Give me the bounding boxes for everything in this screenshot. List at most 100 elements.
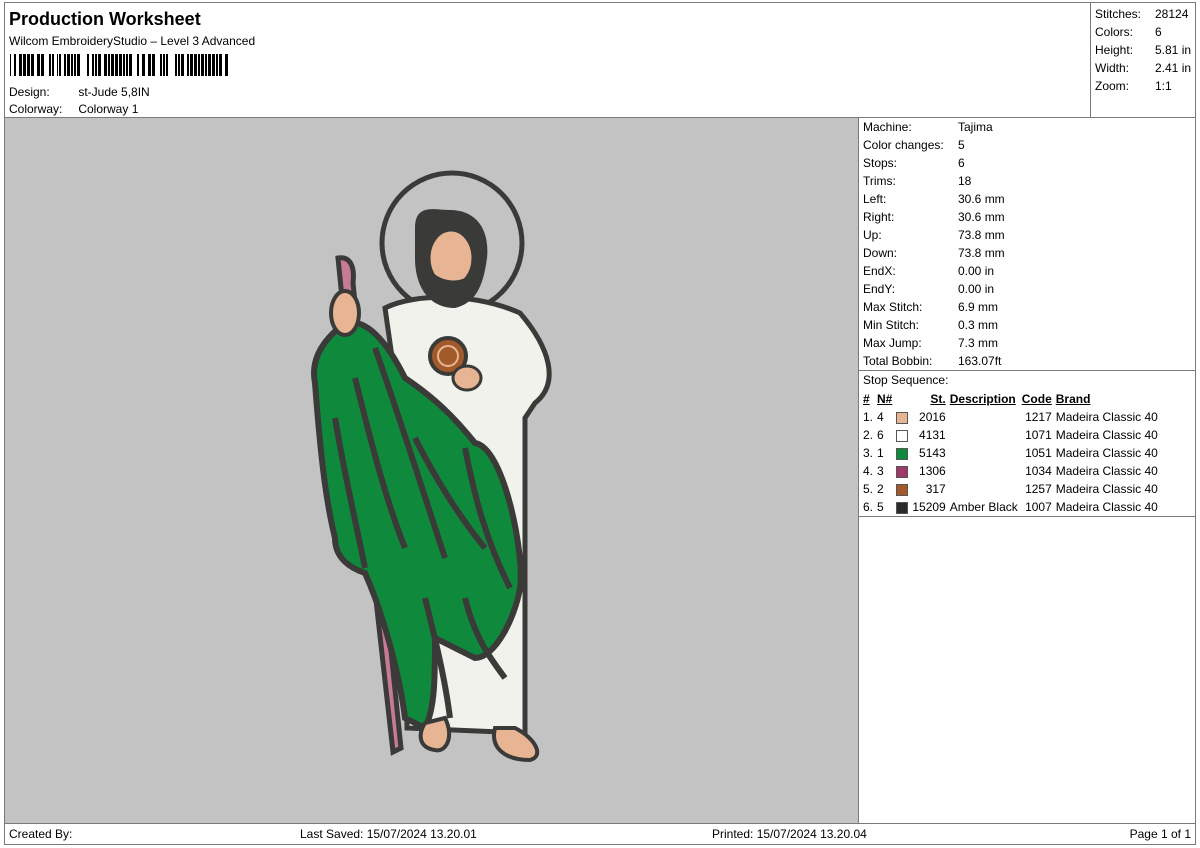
design-row: Design: st-Jude 5,8IN <box>9 85 150 99</box>
machine-label: Color changes: <box>863 138 944 152</box>
design-label: Design: <box>9 85 50 99</box>
row-brand: Madeira Classic 40 <box>1055 482 1158 496</box>
row-needle: 2 <box>877 482 884 496</box>
machine-label: Stops: <box>863 156 898 170</box>
summary-row: Height: 5.81 in <box>1095 43 1195 57</box>
machine-row: Max Stitch: 6.9 mm <box>863 298 998 316</box>
barcode-icon <box>10 54 228 76</box>
summary-value: 28124 <box>1155 7 1189 21</box>
row-stitches: 317 <box>925 482 946 496</box>
row-index: 3. <box>863 446 874 460</box>
summary-label: Zoom: <box>1095 79 1130 93</box>
machine-row: Stops: 6 <box>863 154 965 172</box>
right-foot <box>492 726 540 763</box>
table-row: 1. 4 2016 1217 Madeira Classic 40 <box>861 408 1160 426</box>
row-brand: Madeira Classic 40 <box>1055 464 1158 478</box>
worksheet-title: Production Worksheet <box>9 9 201 29</box>
table-row: 6. 5 15209 Amber Black 1007 Madeira Clas… <box>861 498 1160 516</box>
table-header-row: # N# St. Description Code Brand <box>861 390 1160 408</box>
summary-row: Stitches: 28124 <box>1095 7 1195 21</box>
row-code: 1034 <box>1025 464 1052 478</box>
machine-info-panel: Machine: Tajima Color changes: 5 Stops: 6 T… <box>858 117 1196 824</box>
stop-sequence-title: Stop Sequence: <box>863 373 949 387</box>
embroidery-design-image <box>311 170 552 763</box>
section-divider <box>859 370 1195 371</box>
last-saved: Last Saved: 15/07/2024 13.20.01 <box>300 827 477 841</box>
row-code: 1007 <box>1025 500 1052 514</box>
machine-label: Machine: <box>863 120 912 134</box>
row-stitches: 1306 <box>919 464 946 478</box>
printed-date: Printed: 15/07/2024 13.20.04 <box>712 827 867 841</box>
summary-label: Width: <box>1095 61 1130 75</box>
summary-value: 5.81 in <box>1155 43 1192 57</box>
row-index: 2. <box>863 428 874 442</box>
color-swatch <box>896 465 909 478</box>
row-description <box>948 480 1020 498</box>
machine-row: Up: 73.8 mm <box>863 226 1005 244</box>
machine-row: Max Jump: 7.3 mm <box>863 334 998 352</box>
row-stitches: 15209 <box>912 500 946 514</box>
machine-row: Machine: Tajima <box>863 118 993 136</box>
summary-label: Colors: <box>1095 25 1134 39</box>
color-swatch <box>896 447 909 460</box>
machine-value: 30.6 mm <box>958 210 1005 224</box>
machine-value: 0.3 mm <box>958 318 999 332</box>
machine-row: Color changes: 5 <box>863 136 965 154</box>
machine-value: 73.8 mm <box>958 246 1005 260</box>
row-code: 1051 <box>1025 446 1052 460</box>
machine-row: Right: 30.6 mm <box>863 208 1005 226</box>
summary-value: 1:1 <box>1155 79 1172 93</box>
color-swatch <box>896 411 909 424</box>
machine-label: Max Stitch: <box>863 300 923 314</box>
summary-row: Width: 2.41 in <box>1095 61 1195 75</box>
summary-value: 6 <box>1155 25 1162 39</box>
colorway-value: Colorway 1 <box>78 102 139 116</box>
machine-label: Trims: <box>863 174 896 188</box>
machine-label: EndX: <box>863 264 896 278</box>
col-description: Description <box>949 392 1016 406</box>
table-row: 4. 3 1306 1034 Madeira Classic 40 <box>861 462 1160 480</box>
row-needle: 1 <box>877 446 884 460</box>
summary-value: 2.41 in <box>1155 61 1192 75</box>
row-index: 5. <box>863 482 874 496</box>
machine-row: EndX: 0.00 in <box>863 262 994 280</box>
machine-value: 0.00 in <box>958 282 995 296</box>
left-foot <box>418 715 452 753</box>
design-canvas[interactable] <box>4 117 859 824</box>
machine-value: 6 <box>958 156 965 170</box>
machine-value: 18 <box>958 174 972 188</box>
color-swatch <box>896 429 909 442</box>
row-needle: 5 <box>877 500 884 514</box>
row-description <box>948 444 1020 462</box>
row-index: 4. <box>863 464 874 478</box>
machine-value: 0.00 in <box>958 264 995 278</box>
row-index: 1. <box>863 410 874 424</box>
row-brand: Madeira Classic 40 <box>1055 446 1158 460</box>
machine-label: Down: <box>863 246 898 260</box>
row-code: 1217 <box>1025 410 1052 424</box>
machine-label: Left: <box>863 192 887 206</box>
summary-label: Height: <box>1095 43 1134 57</box>
machine-label: Total Bobbin: <box>863 354 933 368</box>
software-name: Wilcom EmbroideryStudio – Level 3 Advanc… <box>9 34 256 48</box>
stop-sequence-table: # N# St. Description Code Brand 1. 4 201… <box>861 390 1160 516</box>
table-row: 3. 1 5143 1051 Madeira Classic 40 <box>861 444 1160 462</box>
page-number: Page 1 of 1 <box>1129 827 1191 841</box>
col-stitches: St. <box>930 392 946 406</box>
right-hand <box>451 364 483 392</box>
machine-row: Min Stitch: 0.3 mm <box>863 316 998 334</box>
row-brand: Madeira Classic 40 <box>1055 410 1158 424</box>
machine-row: Total Bobbin: 163.07ft <box>863 352 1001 370</box>
machine-label: Up: <box>863 228 882 242</box>
section-divider <box>859 516 1195 517</box>
row-stitches: 2016 <box>919 410 946 424</box>
machine-label: Min Stitch: <box>863 318 920 332</box>
machine-row: Down: 73.8 mm <box>863 244 1005 262</box>
row-stitches: 4131 <box>919 428 946 442</box>
machine-row: EndY: 0.00 in <box>863 280 994 298</box>
machine-value: 30.6 mm <box>958 192 1005 206</box>
design-value: st-Jude 5,8IN <box>78 85 150 99</box>
design-summary: Stitches: 28124 Colors: 6 Height: 5.81 in W… <box>1090 2 1196 118</box>
table-row: 2. 6 4131 1071 Madeira Classic 40 <box>861 426 1160 444</box>
color-swatch <box>896 483 909 496</box>
